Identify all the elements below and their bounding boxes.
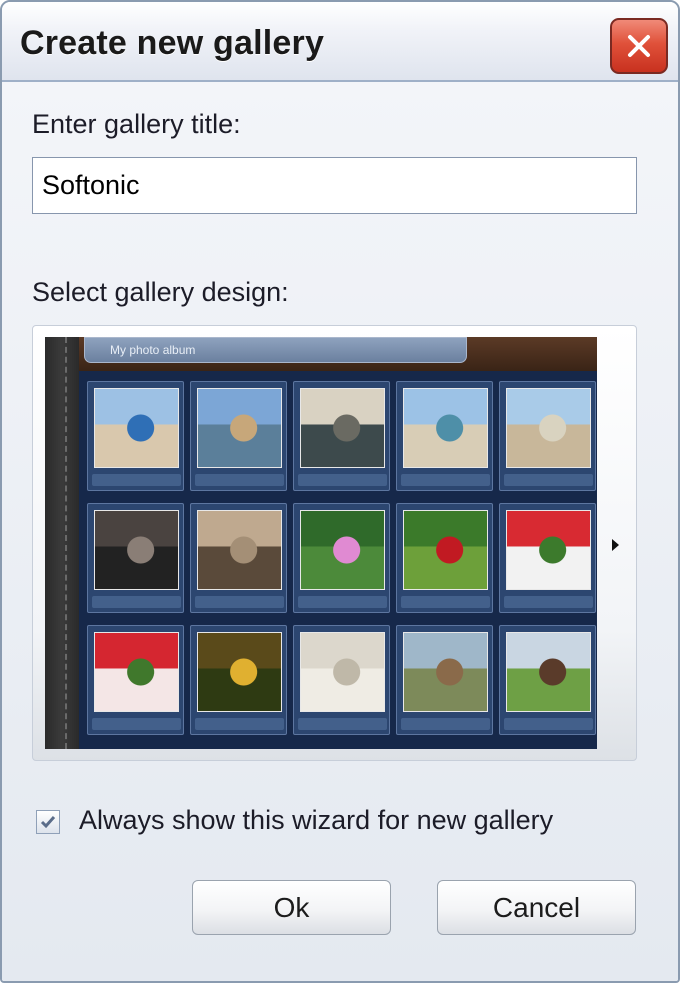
photo-caption [401, 718, 490, 730]
always-show-label[interactable]: Always show this wizard for new gallery [79, 805, 553, 836]
photo-thumbnail [293, 503, 390, 613]
photo-image [506, 510, 591, 590]
photo-image [197, 510, 282, 590]
photo-image [94, 510, 179, 590]
photo-thumbnail [396, 503, 493, 613]
photo-caption [504, 718, 593, 730]
album-title: My photo album [110, 343, 196, 357]
photo-image [300, 510, 385, 590]
gallery-title-label: Enter gallery title: [32, 109, 241, 139]
gallery-title-input[interactable] [32, 157, 637, 214]
photo-caption [195, 474, 284, 486]
album-spine [45, 337, 79, 749]
checkmark-icon [40, 816, 56, 829]
photo-image [403, 632, 488, 712]
photo-caption [401, 596, 490, 608]
photo-caption [504, 596, 593, 608]
gallery-design-selector[interactable]: My photo album [32, 325, 637, 761]
cancel-button[interactable]: Cancel [437, 880, 636, 935]
photo-thumbnail [499, 625, 596, 735]
photo-image [197, 388, 282, 468]
photo-thumbnail [293, 625, 390, 735]
gallery-design-preview[interactable]: My photo album [45, 337, 597, 749]
photo-thumbnail [87, 381, 184, 491]
window-title: Create new gallery [20, 24, 325, 62]
photo-caption [298, 596, 387, 608]
title-bar[interactable]: Create new gallery [2, 2, 678, 82]
photo-caption [504, 474, 593, 486]
photo-thumbnail [87, 503, 184, 613]
photo-thumbnail [396, 381, 493, 491]
photo-image [506, 388, 591, 468]
close-button[interactable] [610, 18, 668, 74]
photo-thumbnail [190, 625, 287, 735]
album-title-bar: My photo album [84, 337, 467, 363]
photo-caption [195, 596, 284, 608]
album-header: My photo album [79, 337, 597, 371]
photo-thumbnail [499, 503, 596, 613]
photo-thumbnail [499, 381, 596, 491]
always-show-checkbox[interactable] [36, 810, 60, 834]
photo-image [300, 388, 385, 468]
close-icon [628, 35, 650, 57]
photo-caption [298, 718, 387, 730]
next-design-arrow-icon[interactable] [612, 539, 619, 551]
photo-image [403, 510, 488, 590]
photo-caption [92, 474, 181, 486]
photo-thumbnail [190, 503, 287, 613]
photo-image [403, 388, 488, 468]
photo-caption [92, 718, 181, 730]
gallery-design-label: Select gallery design: [32, 277, 289, 307]
photo-caption [195, 718, 284, 730]
photo-image [197, 632, 282, 712]
photo-image [94, 632, 179, 712]
photo-caption [401, 474, 490, 486]
photo-thumbnail [87, 625, 184, 735]
photo-thumbnail [293, 381, 390, 491]
create-gallery-dialog: Create new gallery Enter gallery title: … [0, 0, 680, 983]
ok-button[interactable]: Ok [192, 880, 391, 935]
photo-thumbnail [190, 381, 287, 491]
photo-image [300, 632, 385, 712]
photo-thumbnail [396, 625, 493, 735]
photo-caption [298, 474, 387, 486]
photo-image [94, 388, 179, 468]
photo-image [506, 632, 591, 712]
dialog-content: Enter gallery title: Select gallery desi… [2, 82, 678, 981]
photo-caption [92, 596, 181, 608]
